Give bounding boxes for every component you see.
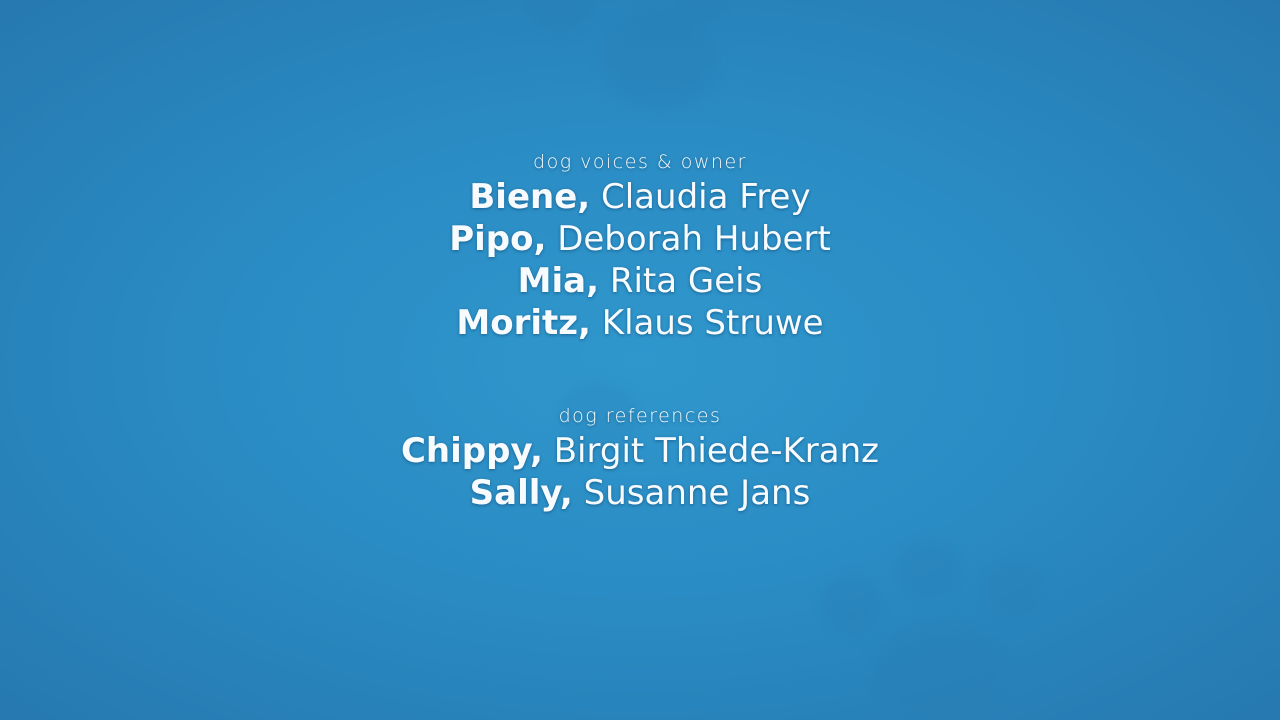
dog-name: Moritz,	[456, 303, 591, 343]
person-name: Klaus Struwe	[601, 303, 824, 343]
credit-line: Chippy, Birgit Thiede-Kranz	[0, 430, 1280, 472]
dog-name: Chippy,	[400, 431, 543, 471]
credit-line: Pipo, Deborah Hubert	[0, 218, 1280, 260]
dog-name: Biene,	[469, 177, 591, 217]
person-name: Claudia Frey	[601, 177, 811, 217]
voices-credits-section: dog voices & owner Biene, Claudia Frey P…	[0, 148, 1280, 344]
person-name: Deborah Hubert	[557, 219, 831, 259]
person-name: Birgit Thiede-Kranz	[553, 431, 880, 471]
credit-line: Sally, Susanne Jans	[0, 472, 1280, 514]
person-name: Rita Geis	[609, 261, 763, 301]
person-name: Susanne Jans	[583, 473, 811, 513]
voices-heading: dog voices & owner	[533, 151, 747, 173]
credit-line: Mia, Rita Geis	[0, 260, 1280, 302]
paw-print-icon	[800, 530, 1080, 720]
dog-name: Sally,	[469, 473, 573, 513]
credit-line: Moritz, Klaus Struwe	[0, 302, 1280, 344]
dog-name: Mia,	[517, 261, 600, 301]
references-heading: dog references	[558, 405, 722, 427]
references-credits-section: dog references Chippy, Birgit Thiede-Kra…	[0, 402, 1280, 514]
credit-line: Biene, Claudia Frey	[0, 176, 1280, 218]
paw-print-icon	[510, 0, 750, 140]
dog-name: Pipo,	[449, 219, 547, 259]
